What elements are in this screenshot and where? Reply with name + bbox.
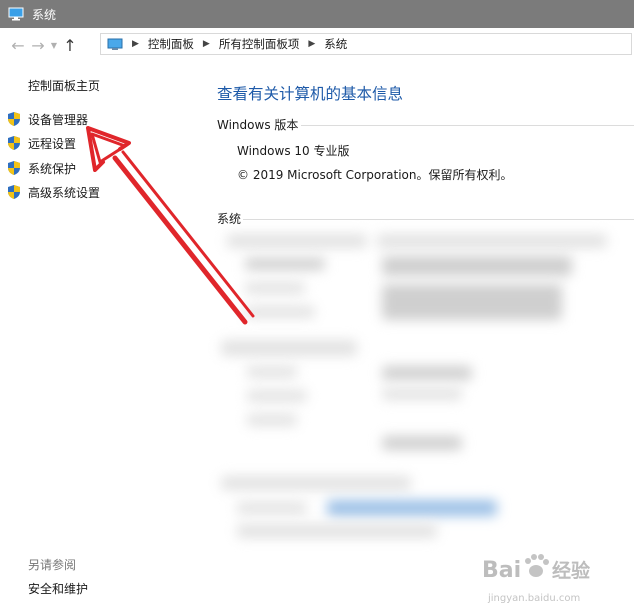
sidebar-item-device-manager[interactable]: 设备管理器 [6,110,88,128]
section-divider [301,125,634,126]
sidebar-item-remote-settings[interactable]: 远程设置 [6,134,76,152]
navigation-bar: ← → ▼ ↑ ▶ 控制面板 ▶ 所有控制面板项 ▶ 系统 [0,28,634,62]
title-bar: 系统 [0,0,634,28]
see-also-heading: 另请参阅 [28,558,77,572]
back-arrow-icon[interactable]: ← [8,34,28,56]
copyright-text: © 2019 Microsoft Corporation。保留所有权利。 [237,168,513,182]
uac-shield-icon [8,136,20,150]
watermark-text: Bai [482,558,521,583]
system-window-icon [8,7,24,21]
watermark-url: jingyan.baidu.com [487,593,580,604]
watermark-text-2: 经验 [552,559,591,582]
chevron-down-icon[interactable]: ▼ [48,34,60,56]
breadcrumb-separator-icon: ▶ [308,39,316,49]
window-title: 系统 [32,7,57,22]
sidebar-item-label: 远程设置 [28,136,77,151]
uac-shield-icon [8,112,20,126]
left-navigation-pane: 控制面板主页 设备管理器 远程设置 系统保护 高级系统设置 另请参阅 安全和维护 [0,62,210,612]
sidebar-item-advanced-system-settings[interactable]: 高级系统设置 [6,183,100,201]
breadcrumb-separator-icon: ▶ [132,39,139,49]
sidebar-item-system-protection[interactable]: 系统保护 [6,159,76,177]
paw-icon [525,554,549,577]
section-divider [243,219,634,220]
blurred-system-details [217,228,634,548]
forward-arrow-icon[interactable]: → [28,34,48,56]
control-panel-home-link[interactable]: 控制面板主页 [28,77,100,94]
security-and-maintenance-link[interactable]: 安全和维护 [28,580,88,597]
control-panel-icon [107,38,123,50]
breadcrumb-all-items[interactable]: 所有控制面板项 [219,36,300,52]
sidebar-item-label: 系统保护 [28,161,77,176]
windows-edition-value: Windows 10 专业版 [237,144,350,158]
address-bar[interactable]: ▶ 控制面板 ▶ 所有控制面板项 ▶ 系统 [100,33,632,55]
sidebar-item-label: 高级系统设置 [28,185,101,200]
breadcrumb-system[interactable]: 系统 [324,36,347,52]
sidebar-item-label: 设备管理器 [28,112,89,127]
windows-edition-heading: Windows 版本 [217,118,299,132]
uac-shield-icon [8,161,20,175]
system-heading: 系统 [217,212,242,226]
page-title: 查看有关计算机的基本信息 [217,85,404,103]
baidu-watermark-logo: Bai 经验 jingyan.baidu.com [482,554,591,604]
breadcrumb-control-panel[interactable]: 控制面板 [148,36,194,52]
up-arrow-icon[interactable]: ↑ [60,34,80,56]
breadcrumb-separator-icon: ▶ [202,39,210,49]
uac-shield-icon [8,185,20,199]
